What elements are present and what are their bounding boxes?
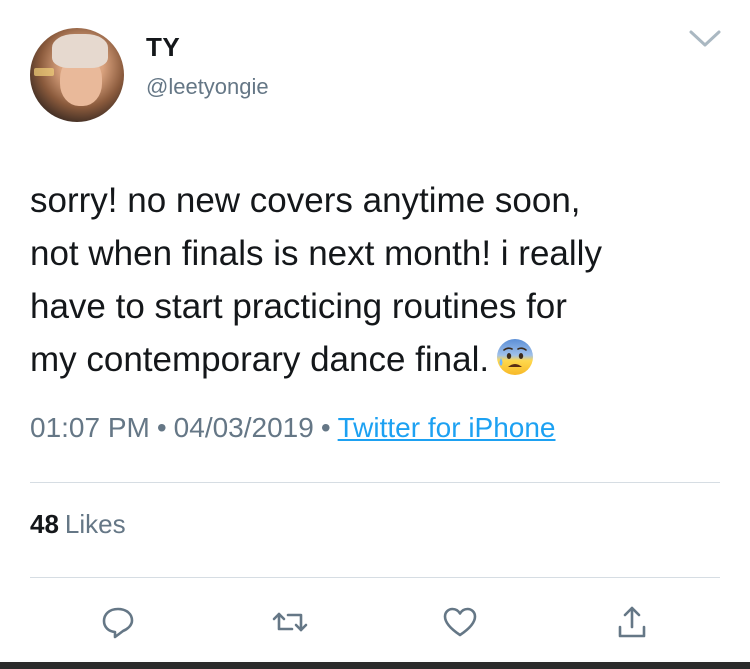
author-handle[interactable]: @leetyongie xyxy=(146,74,269,100)
meta-separator: • xyxy=(320,412,331,443)
meta-separator: • xyxy=(156,412,167,443)
author-name[interactable]: TY xyxy=(146,32,180,63)
avatar-background-lights xyxy=(34,68,54,76)
reply-icon[interactable] xyxy=(98,602,138,642)
avatar[interactable] xyxy=(30,28,124,122)
tweet-meta: 01:07 PM • 04/03/2019 • Twitter for iPhone xyxy=(30,412,556,444)
likes-stat[interactable]: 48 Likes xyxy=(30,509,126,540)
avatar-hair xyxy=(52,34,108,68)
like-icon[interactable] xyxy=(440,602,480,642)
tweet-text-line: sorry! no new covers anytime soon, xyxy=(30,181,581,220)
tweet-text: sorry! no new covers anytime soon, not w… xyxy=(30,174,730,386)
likes-label: Likes xyxy=(64,509,126,539)
share-icon[interactable] xyxy=(612,602,652,642)
likes-count: 48 xyxy=(30,509,59,539)
divider xyxy=(30,482,720,483)
anxious-face-with-sweat-icon xyxy=(497,339,534,375)
divider xyxy=(30,577,720,578)
retweet-icon[interactable] xyxy=(270,602,310,642)
tweet-text-line: not when finals is next month! i really xyxy=(30,234,602,273)
tweet-card: TY @leetyongie sorry! no new covers anyt… xyxy=(0,0,750,669)
bottom-edge-bar xyxy=(0,662,750,669)
tweet-source-link[interactable]: Twitter for iPhone xyxy=(338,412,556,443)
tweet-date: 04/03/2019 xyxy=(173,412,314,443)
tweet-time: 01:07 PM xyxy=(30,412,150,443)
tweet-text-line: my contemporary dance final. xyxy=(30,340,490,379)
tweet-text-line: have to start practicing routines for xyxy=(30,287,567,326)
chevron-down-icon[interactable] xyxy=(688,28,722,50)
